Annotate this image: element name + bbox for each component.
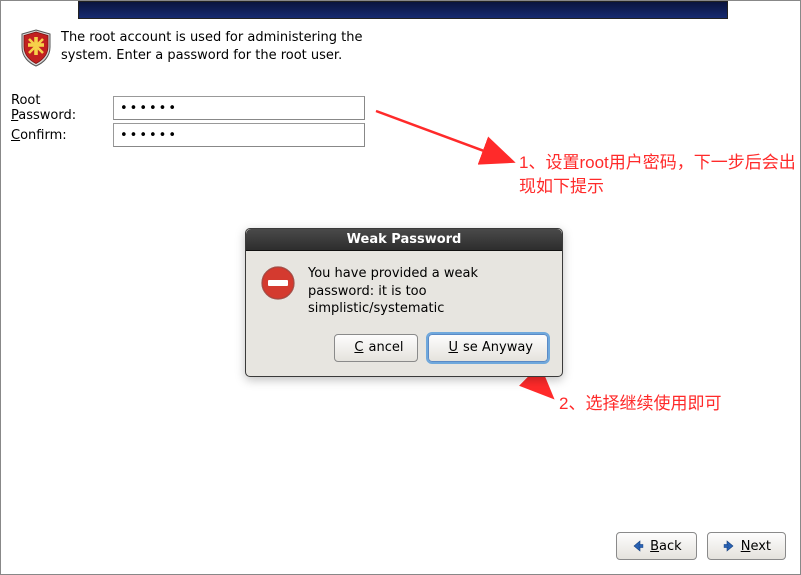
- description-text: The root account is used for administeri…: [61, 29, 381, 65]
- weak-password-dialog: Weak Password You have provided a weak p…: [245, 228, 563, 377]
- dialog-body: You have provided a weak password: it is…: [246, 251, 562, 324]
- confirm-label: Confirm:: [11, 128, 109, 143]
- next-button[interactable]: Next: [707, 532, 786, 560]
- arrow-right-icon: [722, 539, 736, 553]
- annotation-2: 2、选择继续使用即可: [559, 392, 721, 416]
- root-password-row: Root Password:: [11, 93, 365, 123]
- root-password-input[interactable]: [113, 96, 365, 120]
- arrow-left-icon: [631, 539, 645, 553]
- cancel-button[interactable]: Cancel: [334, 334, 418, 362]
- description-row: The root account is used for administeri…: [19, 29, 381, 67]
- root-password-label: Root Password:: [11, 93, 109, 123]
- use-anyway-button[interactable]: Use Anyway: [428, 334, 548, 362]
- nav-buttons: Back Next: [616, 532, 786, 560]
- confirm-row: Confirm:: [11, 123, 365, 147]
- annotation-arrow-1: [371, 106, 531, 176]
- dialog-title: Weak Password: [246, 229, 562, 251]
- dialog-message: You have provided a weak password: it is…: [308, 265, 548, 318]
- confirm-input[interactable]: [113, 123, 365, 147]
- top-banner: [78, 1, 728, 19]
- back-button[interactable]: Back: [616, 532, 697, 560]
- shield-icon: [19, 29, 53, 67]
- stop-icon: [260, 265, 296, 301]
- dialog-buttons: Cancel Use Anyway: [246, 324, 562, 376]
- annotation-1: 1、设置root用户密码，下一步后会出现如下提示: [519, 151, 799, 199]
